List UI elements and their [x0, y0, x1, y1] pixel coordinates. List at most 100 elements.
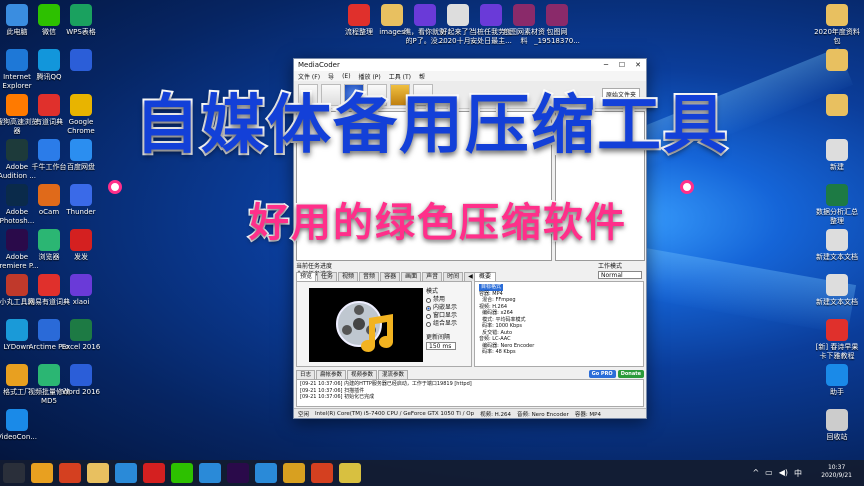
tab-overview[interactable]: 概要	[474, 272, 497, 281]
tab-settings[interactable]: 视频	[338, 272, 359, 281]
taskbar-search-icon[interactable]	[59, 463, 81, 483]
desktop-icon[interactable]: 新建文本文档	[814, 229, 860, 262]
desktop-icon[interactable]: VideoCon...	[0, 409, 40, 442]
taskbar-paint-icon[interactable]	[283, 463, 305, 483]
taskbar-explorer-icon[interactable]	[87, 463, 109, 483]
mode-radio[interactable]: 窗口显示	[426, 312, 457, 320]
tab-settings[interactable]: 时间	[443, 272, 464, 281]
volume-icon[interactable]: ◀)	[779, 468, 788, 479]
preview-panel: 模式 禁用 内嵌显示 窗口显示 组合显示 更新间隔 150 ms	[296, 281, 472, 367]
desktop-icon[interactable]: 新建文本文档	[814, 274, 860, 307]
status-segment: 容器: MP4	[574, 411, 601, 418]
folder-icon	[826, 49, 848, 71]
go-pro-button[interactable]: Go PRO	[588, 370, 616, 378]
ie-icon	[6, 49, 28, 71]
desktop-icon-label: [新] 春诗早果卡下雅教程	[815, 343, 859, 360]
thunder-icon	[70, 184, 92, 206]
browser-icon	[38, 229, 60, 251]
log-line: [09-21 10:37:06] 初始化已完成	[300, 394, 375, 400]
desktop-icon[interactable]: 包图网_19518370...	[534, 4, 580, 46]
window-titlebar[interactable]: MediaCoder ─ ☐ ✕	[294, 59, 646, 71]
headline-text: 自媒体备用压缩工具	[133, 87, 729, 165]
desktop-icon[interactable]: [新] 春诗早果卡下雅教程	[814, 319, 860, 361]
xlaoi-icon	[70, 274, 92, 296]
desktop-icon-label: 发发	[74, 253, 88, 261]
mode-radio-label: 内嵌显示	[433, 304, 458, 311]
mode-radio[interactable]: 组合显示	[426, 320, 457, 328]
mode-radio-label: 组合显示	[433, 320, 458, 327]
desktop-icon[interactable]: WPS表格	[58, 4, 104, 37]
format-factory-icon	[6, 364, 28, 386]
taskbar-ppt-icon[interactable]	[311, 463, 333, 483]
desktop-icon[interactable]	[58, 49, 104, 73]
status-segment: 视频: H.264	[480, 411, 511, 418]
tab-settings[interactable]: 画面	[401, 272, 422, 281]
desktop-icon[interactable]: Thunder	[58, 184, 104, 217]
mode-radio-label: 禁用	[433, 296, 446, 303]
tab-settings[interactable]: 音频	[359, 272, 380, 281]
taskbar-browser-icon[interactable]	[31, 463, 53, 483]
interval-select[interactable]: 150 ms	[426, 342, 456, 350]
desktop-icon[interactable]: Excel 2016	[58, 319, 104, 352]
mediacoder-logo-icon	[336, 301, 393, 352]
md5-icon	[38, 364, 60, 386]
desktop-icon[interactable]: Word 2016	[58, 364, 104, 397]
clock[interactable]: 10:37 2020/9/21	[821, 464, 852, 480]
taskbar-app-icon[interactable]	[199, 463, 221, 483]
tab-settings[interactable]: 容器	[380, 272, 401, 281]
xmind-icon	[348, 4, 370, 26]
tab-log[interactable]: 扁帐参数	[316, 370, 347, 379]
desktop-icon[interactable]: 2020年度资料包	[814, 4, 860, 46]
subline-text: 好用的绿色压缩软件	[248, 199, 627, 248]
premiere-icon	[6, 229, 28, 251]
donate-button[interactable]: Donate	[617, 370, 644, 378]
document-icon	[447, 4, 469, 26]
taskbar-feishu-icon[interactable]	[255, 463, 277, 483]
close-icon[interactable]: ✕	[630, 61, 646, 69]
desktop-icon-label: 包图网_19518370...	[534, 28, 580, 45]
ime-icon[interactable]: 中	[794, 468, 802, 479]
taskbar-wechat-icon[interactable]	[171, 463, 193, 483]
desktop-icon-label: Thunder	[66, 208, 96, 216]
tab-settings[interactable]: 声音	[422, 272, 443, 281]
wps-sheet-icon	[70, 4, 92, 26]
tab-settings[interactable]: 任务	[317, 272, 338, 281]
desktop-icon[interactable]: 助手	[814, 364, 860, 397]
mode-radio[interactable]: 内嵌显示	[426, 304, 457, 312]
tab-log[interactable]: 混流参数	[378, 370, 409, 379]
wps-word-icon	[70, 49, 92, 71]
minimize-icon[interactable]: ─	[598, 61, 614, 69]
work-mode-select[interactable]: Normal	[598, 271, 642, 279]
desktop-icon-label: 回收站	[826, 433, 848, 441]
desktop-icon[interactable]: 数据分析汇总整理	[814, 184, 860, 226]
mode-title: 模式	[426, 288, 439, 295]
tab-log[interactable]: 视频参数	[347, 370, 378, 379]
taskbar-mediacoder-icon[interactable]	[339, 463, 361, 483]
qq-icon	[38, 49, 60, 71]
maximize-icon[interactable]: ☐	[614, 61, 630, 69]
network-icon[interactable]: ▭	[765, 468, 773, 479]
desktop-icon[interactable]: xlaoi	[58, 274, 104, 307]
excel-file-icon	[826, 184, 848, 206]
status-segment: Intel(R) Core(TM) i5-7400 CPU / GeForce …	[315, 410, 475, 417]
taskbar-premiere-icon[interactable]	[227, 463, 249, 483]
window-title: MediaCoder	[298, 61, 340, 69]
pdf-icon	[826, 319, 848, 341]
desktop-icon-label: Word 2016	[61, 388, 101, 396]
desktop-icon[interactable]: 回收站	[814, 409, 860, 442]
arctime-icon	[38, 319, 60, 341]
assistant-icon	[826, 364, 848, 386]
taskbar-sogou-icon[interactable]	[115, 463, 137, 483]
taskbar: ^ ▭ ◀) 中 10:37 2020/9/21	[0, 460, 864, 486]
tab-settings[interactable]: 预览	[296, 272, 317, 281]
radio-icon	[426, 313, 431, 319]
tab-log[interactable]: 日志	[296, 370, 316, 379]
start-icon[interactable]	[3, 463, 25, 483]
chevron-up-icon[interactable]: ^	[752, 468, 759, 479]
taskbar-xmind-icon[interactable]	[143, 463, 165, 483]
desktop-icon[interactable]	[814, 49, 860, 73]
work-mode-label: 工作模式	[598, 263, 623, 270]
desktop-icon[interactable]: 发发	[58, 229, 104, 262]
mode-radio[interactable]: 禁用	[426, 296, 457, 304]
rar-icon	[546, 4, 568, 26]
